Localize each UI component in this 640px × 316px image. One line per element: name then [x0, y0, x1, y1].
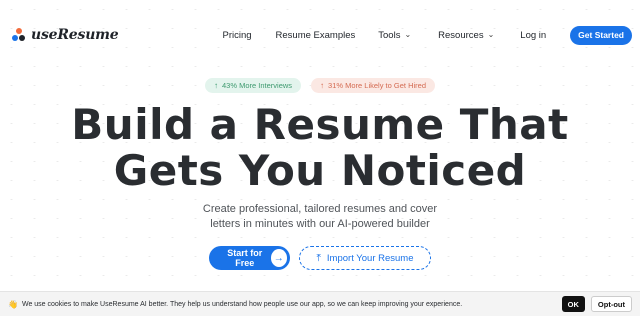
- stats-badges: ↑ 43% More Interviews ↑ 31% More Likely …: [0, 78, 640, 93]
- site-header: useResume Pricing Resume Examples Tools …: [0, 0, 640, 70]
- cookie-opt-out-button[interactable]: Opt-out: [590, 296, 632, 312]
- arrow-up-icon: ↑: [214, 81, 218, 90]
- cookie-ok-button[interactable]: OK: [561, 296, 585, 312]
- hero-actions: Start for Free → ⤒ Import Your Resume: [0, 246, 640, 270]
- hero-subtitle: Create professional, tailored resumes an…: [0, 202, 640, 232]
- upload-icon: ⤒: [316, 252, 321, 264]
- import-resume-label: Import Your Resume: [326, 252, 414, 264]
- chevron-down-icon: ⌄: [487, 29, 495, 39]
- waving-hand-icon: 👋: [8, 299, 18, 309]
- start-for-free-button[interactable]: Start for Free →: [209, 246, 290, 270]
- hero-subtitle-line2: letters in minutes with our AI-powered b…: [210, 218, 430, 230]
- nav-resume-examples[interactable]: Resume Examples: [276, 30, 356, 41]
- arrow-up-icon: ↑: [320, 81, 325, 90]
- hero-headline: Build a Resume That Gets You Noticed: [0, 102, 640, 194]
- nav-tools-label: Tools: [378, 29, 401, 41]
- cookie-message: 👋 We use cookies to make UseResume AI be…: [8, 300, 462, 309]
- nav-login[interactable]: Log in: [520, 30, 546, 41]
- import-resume-button[interactable]: ⤒ Import Your Resume: [299, 246, 431, 270]
- cookie-banner: 👋 We use cookies to make UseResume AI be…: [0, 291, 640, 316]
- get-started-button[interactable]: Get Started: [570, 25, 632, 45]
- logo-icon: [12, 28, 26, 42]
- cookie-actions: OK Opt-out: [561, 296, 632, 312]
- nav-resources[interactable]: Resources ⌄: [438, 30, 494, 41]
- cookie-text: We use cookies to make UseResume AI bett…: [21, 300, 463, 308]
- hired-badge: ↑ 31% More Likely to Get Hired: [311, 78, 435, 93]
- main-nav: Pricing Resume Examples Tools ⌄ Resource…: [222, 25, 632, 45]
- brand-name: useResume: [31, 27, 119, 43]
- nav-resources-label: Resources: [438, 29, 484, 41]
- arrow-right-icon: →: [270, 249, 287, 267]
- interviews-badge-label: 43% More Interviews: [222, 81, 293, 90]
- interviews-badge: ↑ 43% More Interviews: [205, 78, 302, 93]
- hero-subtitle-line1: Create professional, tailored resumes an…: [202, 203, 438, 215]
- nav-tools[interactable]: Tools ⌄: [378, 30, 411, 41]
- chevron-down-icon: ⌄: [404, 29, 412, 39]
- hero-headline-line1: Build a Resume That: [71, 100, 569, 149]
- hired-badge-label: 31% More Likely to Get Hired: [328, 81, 426, 90]
- start-for-free-label: Start for Free: [227, 248, 263, 268]
- hero-headline-line2: Gets You Noticed: [113, 146, 527, 195]
- brand-logo[interactable]: useResume: [12, 27, 119, 43]
- nav-pricing[interactable]: Pricing: [222, 30, 251, 41]
